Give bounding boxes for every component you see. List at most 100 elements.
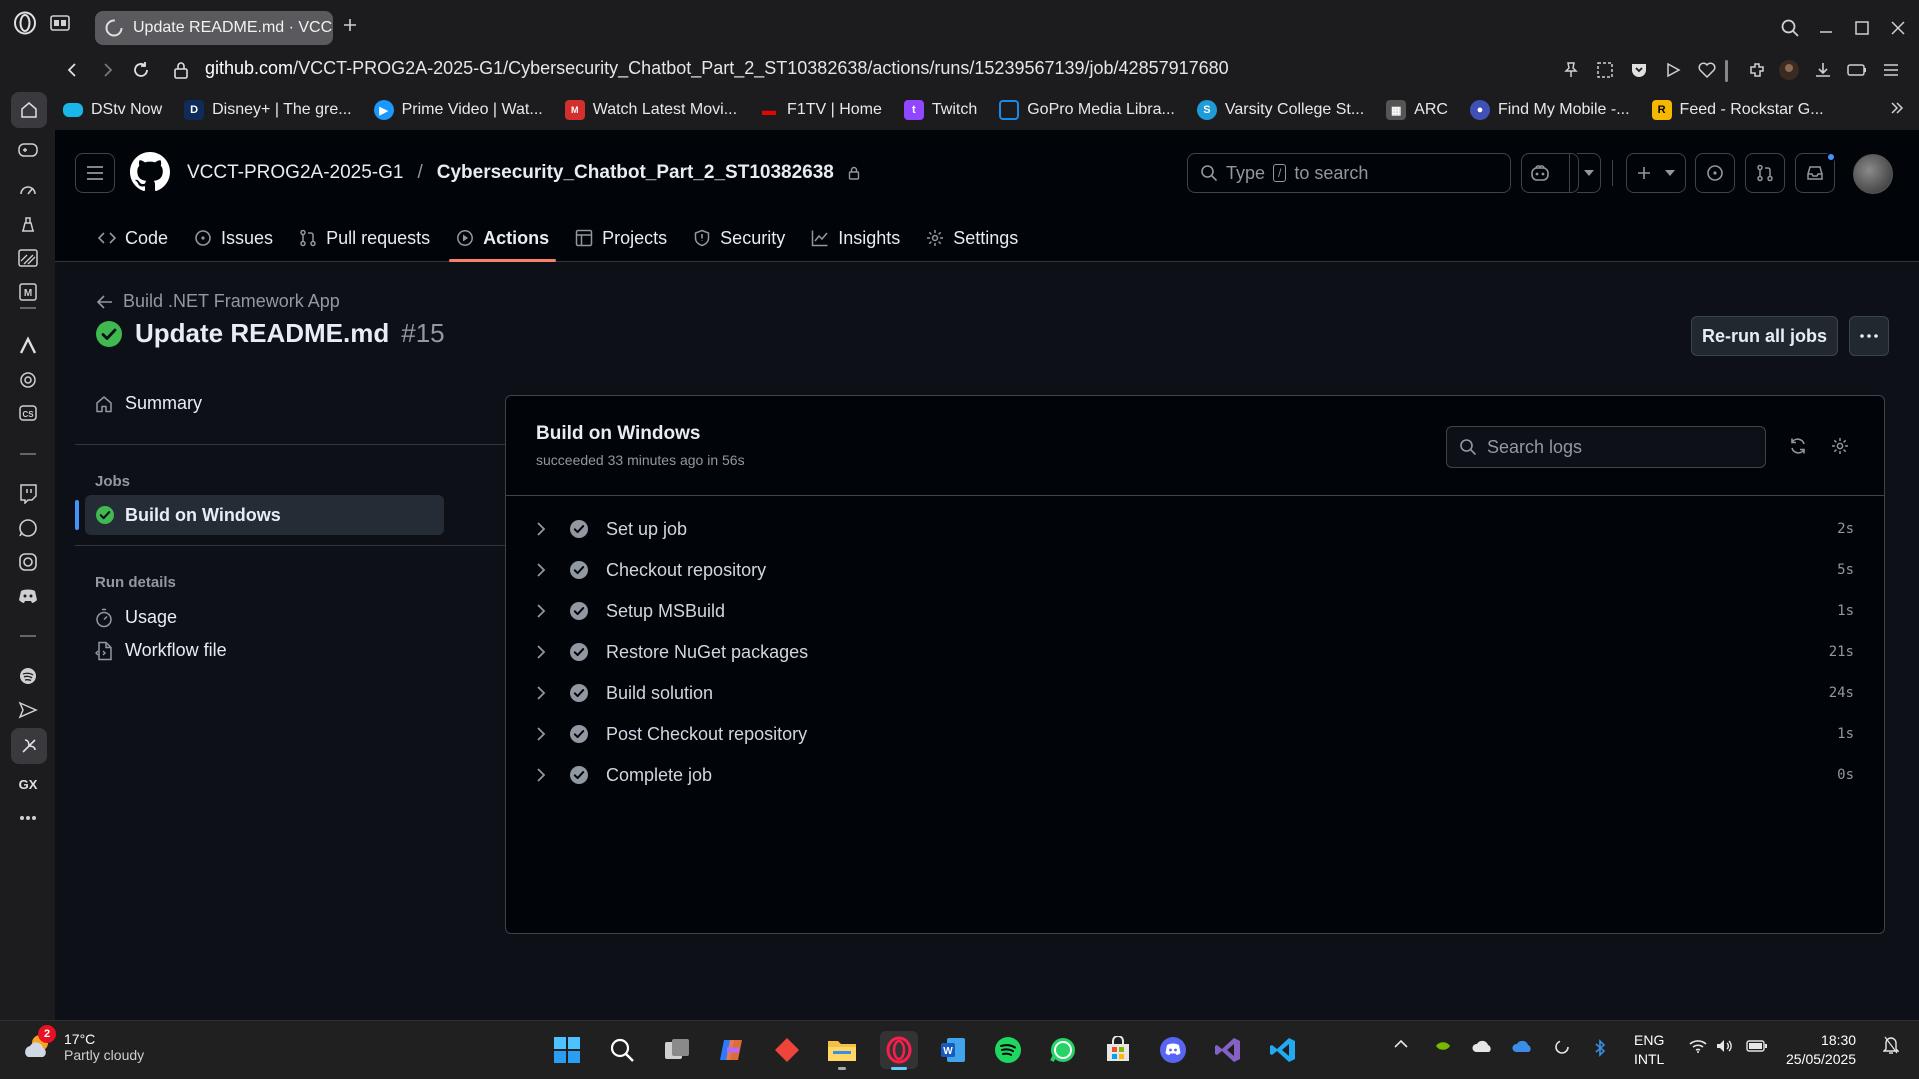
chevron-right-icon[interactable]	[536, 727, 546, 741]
steam-tray-icon[interactable]	[1554, 1039, 1570, 1055]
cleaner-icon[interactable]	[12, 208, 44, 240]
notifications-icon[interactable]	[1883, 1035, 1899, 1055]
download-icon[interactable]	[1808, 55, 1838, 85]
taskbar-search-button[interactable]	[603, 1031, 641, 1069]
spotify-taskbar-button[interactable]	[989, 1031, 1027, 1069]
inbox-header-button[interactable]	[1795, 152, 1836, 193]
gx-corner-icon[interactable]: GX	[12, 768, 44, 800]
anydesk-button[interactable]	[768, 1031, 806, 1069]
workflow-back-link[interactable]: Build .NET Framework App	[97, 291, 340, 312]
chevron-right-icon[interactable]	[536, 522, 546, 536]
chatgpt-icon[interactable]	[12, 364, 44, 396]
bookmark-disney[interactable]: D Disney+ | The gre...	[184, 100, 352, 120]
favorites-heart-icon[interactable]	[1692, 55, 1722, 85]
play-media-icon[interactable]	[1658, 55, 1688, 85]
forward-icon[interactable]	[92, 55, 122, 85]
refresh-logs-button[interactable]	[1784, 432, 1812, 460]
bookmark-watch-movies[interactable]: M Watch Latest Movi...	[564, 100, 737, 120]
bookmark-find-my-mobile[interactable]: ● Find My Mobile -...	[1469, 100, 1630, 120]
run-options-button[interactable]	[1849, 316, 1889, 356]
bluetooth-icon[interactable]	[1594, 1039, 1606, 1057]
job-step-row[interactable]: Checkout repository 5s	[506, 550, 1884, 590]
bookmark-twitch[interactable]: t Twitch	[903, 100, 977, 120]
job-step-row[interactable]: Complete job 0s	[506, 755, 1884, 795]
extensions-icon[interactable]	[1742, 55, 1772, 85]
tab-issues[interactable]: Issues	[181, 216, 286, 260]
create-new-button[interactable]	[1626, 153, 1686, 193]
job-step-row[interactable]: Set up job 2s	[506, 509, 1884, 549]
tab-code[interactable]: Code	[85, 216, 181, 260]
job-step-row[interactable]: Restore NuGet packages 21s	[506, 632, 1884, 672]
job-step-row[interactable]: Post Checkout repository 1s	[506, 714, 1884, 754]
bookmark-rockstar[interactable]: R Feed - Rockstar G...	[1651, 100, 1824, 120]
volume-icon[interactable]	[1716, 1039, 1734, 1053]
vscode-button[interactable]	[1264, 1031, 1302, 1069]
lock-icon[interactable]	[166, 55, 196, 85]
user-avatar[interactable]	[1853, 154, 1893, 194]
global-nav-menu-button[interactable]	[75, 153, 115, 193]
battery-saver-icon[interactable]	[1842, 55, 1872, 85]
job-item-build-on-windows[interactable]: Build on Windows	[85, 495, 444, 535]
usage-link[interactable]: Usage	[95, 607, 177, 628]
chevron-right-icon[interactable]	[536, 604, 546, 618]
speed-dial-icon[interactable]	[12, 174, 44, 206]
copilot-dropdown-button[interactable]	[1577, 153, 1601, 193]
onedrive-personal-icon[interactable]	[1472, 1039, 1494, 1053]
global-search-input[interactable]: Type / to search	[1187, 153, 1511, 193]
whatsapp-sidebar-icon[interactable]	[12, 512, 44, 544]
workflow-file-link[interactable]: Workflow file	[95, 640, 227, 661]
discord-taskbar-button[interactable]	[1154, 1031, 1192, 1069]
chevron-right-icon[interactable]	[536, 686, 546, 700]
aria-icon[interactable]	[12, 330, 44, 362]
minimize-icon[interactable]	[1812, 14, 1840, 42]
start-button[interactable]	[548, 1031, 586, 1069]
back-icon[interactable]	[58, 55, 88, 85]
twitch-sidebar-icon[interactable]	[12, 478, 44, 510]
profile-extension-icon[interactable]	[1774, 55, 1804, 85]
file-explorer-button[interactable]	[823, 1031, 861, 1070]
wifi-icon[interactable]	[1689, 1039, 1707, 1053]
battery-icon[interactable]	[1746, 1039, 1768, 1053]
chevron-right-icon[interactable]	[536, 768, 546, 782]
input-language-indicator[interactable]: ENG INTL	[1634, 1031, 1664, 1069]
copilot-button[interactable]	[1521, 153, 1579, 193]
system-clock[interactable]: 18:30 25/05/2025	[1786, 1031, 1856, 1069]
whatsapp-taskbar-button[interactable]	[1044, 1031, 1082, 1069]
new-tab-icon[interactable]	[338, 13, 362, 37]
bookmark-gopro[interactable]: GoPro Media Libra...	[999, 100, 1175, 120]
pull-requests-header-button[interactable]	[1745, 153, 1785, 193]
maximize-icon[interactable]	[1848, 14, 1876, 42]
job-step-row[interactable]: Build solution 24s	[506, 673, 1884, 713]
copilot-taskbar-button[interactable]	[713, 1031, 751, 1069]
tab-projects[interactable]: Projects	[562, 216, 680, 260]
word-button[interactable]: W	[934, 1031, 972, 1069]
github-logo-icon[interactable]	[130, 152, 170, 192]
task-view-button[interactable]	[658, 1031, 696, 1069]
more-sidebar-icon[interactable]	[12, 802, 44, 834]
more-bookmarks-icon[interactable]	[1889, 100, 1905, 116]
close-window-icon[interactable]	[1884, 14, 1912, 42]
show-hidden-icons-button[interactable]	[1394, 1039, 1408, 1049]
wallpaper-icon[interactable]	[12, 242, 44, 274]
home-icon[interactable]	[11, 92, 47, 128]
nvidia-tray-icon[interactable]	[1434, 1039, 1452, 1053]
chevron-right-icon[interactable]	[536, 645, 546, 659]
bookmark-varsity-college[interactable]: S Varsity College St...	[1196, 100, 1364, 120]
extensions-sidebar-icon[interactable]	[11, 728, 47, 764]
pin-icon[interactable]	[1556, 55, 1586, 85]
bookmark-arc[interactable]: ▦ ARC	[1386, 100, 1448, 120]
search-logs-input[interactable]: Search logs	[1446, 426, 1766, 468]
snapshot-icon[interactable]	[1590, 55, 1620, 85]
tab-islands-icon[interactable]	[45, 8, 75, 38]
opera-gx-taskbar-button[interactable]	[880, 1031, 918, 1070]
issues-header-button[interactable]	[1695, 153, 1735, 193]
microsoft-store-button[interactable]	[1099, 1031, 1137, 1069]
bookmark-dstv[interactable]: DStv Now	[63, 101, 162, 119]
chevron-right-icon[interactable]	[536, 563, 546, 577]
bookmark-prime-video[interactable]: ▶ Prime Video | Wat...	[373, 100, 543, 120]
reload-icon[interactable]	[126, 55, 156, 85]
summary-link[interactable]: Summary	[95, 393, 202, 414]
easy-setup-icon[interactable]	[1876, 55, 1906, 85]
visual-studio-button[interactable]	[1209, 1031, 1247, 1069]
discord-sidebar-icon[interactable]	[12, 580, 44, 612]
